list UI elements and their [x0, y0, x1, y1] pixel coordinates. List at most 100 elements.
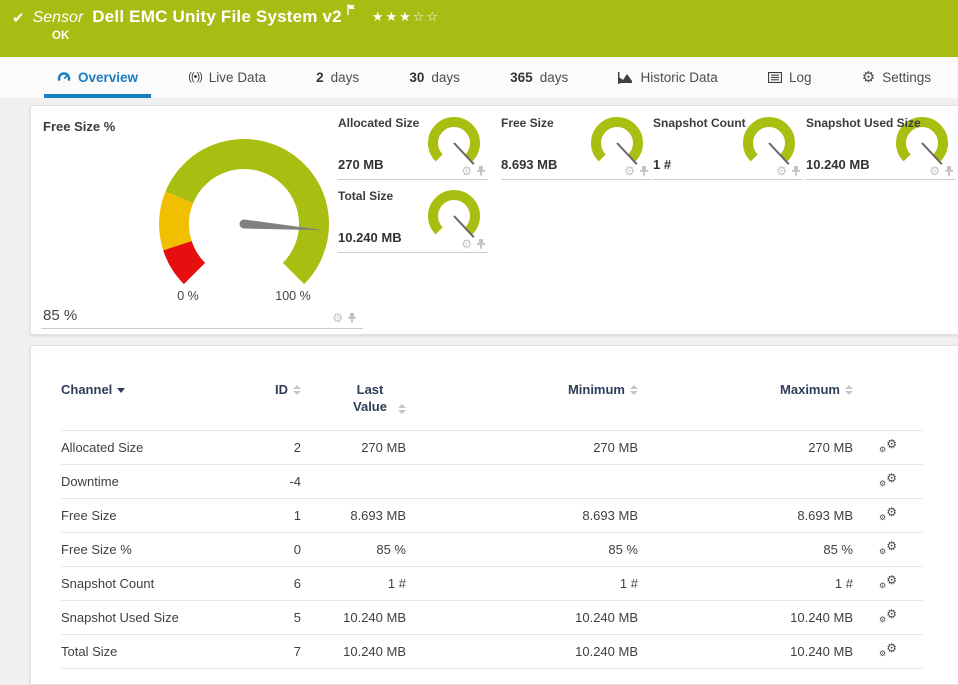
- status-ok-check-icon: ✔: [12, 9, 25, 27]
- sort-toggle-icon: [630, 385, 638, 395]
- gauge-title: Snapshot Count: [653, 116, 746, 130]
- column-header-minimum[interactable]: Minimum: [406, 376, 638, 430]
- channel-minimum: 1 #: [406, 566, 638, 600]
- channel-last-value: 1 #: [301, 566, 406, 600]
- channel-row-total-size: Total Size710.240 MB10.240 MB10.240 MB⚙⚙: [61, 634, 923, 668]
- sort-toggle-icon: [293, 385, 301, 395]
- channel-row-allocated-size: Allocated Size2270 MB270 MB270 MB⚙⚙: [61, 430, 923, 464]
- gears-icon-small: ⚙: [879, 650, 886, 658]
- settings-icon: ⚙: [862, 70, 875, 85]
- mini-gauge: [424, 115, 488, 179]
- edit-cell: ⚙⚙: [853, 634, 923, 668]
- channel-id: 1: [246, 498, 301, 532]
- channel-id: 7: [246, 634, 301, 668]
- edit-channel-button[interactable]: ⚙⚙: [879, 608, 897, 624]
- edit-cell: ⚙⚙: [853, 532, 923, 566]
- gauge-value: 1 #: [653, 157, 671, 172]
- object-kind-label: Sensor: [33, 9, 84, 27]
- channel-id: 0: [246, 532, 301, 566]
- priority-flag-icon[interactable]: [347, 2, 356, 20]
- gauge-value: 85 %: [43, 307, 77, 324]
- edit-cell: ⚙⚙: [853, 600, 923, 634]
- tab-overview[interactable]: Overview: [44, 57, 151, 98]
- gauge-value: 10.240 MB: [806, 157, 870, 172]
- gears-icon-small: ⚙: [879, 548, 886, 556]
- edit-channel-button[interactable]: ⚙⚙: [879, 438, 897, 454]
- edit-channel-button[interactable]: ⚙⚙: [879, 540, 897, 556]
- gauge-title: Total Size: [338, 189, 393, 203]
- pin-gauge-icon[interactable]: [347, 313, 357, 324]
- gauge-tile-free-size-percent: Free Size % 0 % 100 % 85 % ⚙: [41, 114, 363, 329]
- channel-name: Snapshot Count: [61, 566, 246, 600]
- sort-toggle-icon: [845, 385, 853, 395]
- gears-icon: ⚙: [886, 540, 897, 552]
- sort-toggle-icon: [398, 404, 406, 414]
- sensor-title: Dell EMC Unity File System v2: [92, 7, 342, 27]
- gauges-panel: Free Size % 0 % 100 % 85 % ⚙ Allocated S…: [30, 105, 958, 335]
- column-label: Last Value: [347, 382, 393, 416]
- channels-panel: ChannelID Last Value Minimum Maximum Alloca…: [30, 345, 958, 685]
- tab-log[interactable]: Log: [755, 57, 825, 98]
- channel-maximum: 10.240 MB: [638, 600, 853, 634]
- tab-number: 30: [409, 70, 424, 85]
- gauge-tile-snapshot-used-size: Snapshot Used Size10.240 MB⚙: [806, 113, 956, 180]
- live-data-icon: ((•)): [188, 72, 202, 83]
- channel-maximum: 85 %: [638, 532, 853, 566]
- channel-id: 6: [246, 566, 301, 600]
- tab-label: Historic Data: [640, 70, 717, 85]
- tab-365-days[interactable]: 365days: [497, 57, 581, 98]
- channel-last-value: 85 %: [301, 532, 406, 566]
- tab-label: Settings: [882, 70, 931, 85]
- channel-row-downtime: Downtime-4⚙⚙: [61, 464, 923, 498]
- channel-last-value: 10.240 MB: [301, 634, 406, 668]
- tab-label: Live Data: [209, 70, 266, 85]
- gauge-title: Snapshot Used Size: [806, 116, 921, 130]
- tab-2-days[interactable]: 2days: [303, 57, 372, 98]
- edit-cell: ⚙⚙: [853, 498, 923, 532]
- gauge-settings-icon[interactable]: ⚙: [332, 312, 343, 324]
- channel-name: Allocated Size: [61, 430, 246, 464]
- gauge-tile-snapshot-count: Snapshot Count1 #⚙: [653, 113, 803, 180]
- gauge-value: 8.693 MB: [501, 157, 557, 172]
- channel-minimum: 85 %: [406, 532, 638, 566]
- column-header-id[interactable]: ID: [246, 376, 301, 430]
- tab-live-data[interactable]: ((•)) Live Data: [175, 57, 279, 98]
- column-header-last-value[interactable]: Last Value: [301, 376, 406, 430]
- channel-maximum: 10.240 MB: [638, 634, 853, 668]
- channel-name: Snapshot Used Size: [61, 600, 246, 634]
- mini-gauge: [587, 115, 651, 179]
- column-label: Minimum: [568, 382, 625, 397]
- gears-icon: ⚙: [886, 608, 897, 620]
- edit-channel-button[interactable]: ⚙⚙: [879, 642, 897, 658]
- channel-id: -4: [246, 464, 301, 498]
- edit-channel-button[interactable]: ⚙⚙: [879, 472, 897, 488]
- channel-name: Total Size: [61, 634, 246, 668]
- channel-last-value: 8.693 MB: [301, 498, 406, 532]
- gauge-tile-free-size: Free Size8.693 MB⚙: [501, 113, 651, 180]
- priority-stars[interactable]: ★★★☆☆: [372, 9, 440, 25]
- mini-gauge: [739, 115, 803, 179]
- gears-icon-small: ⚙: [879, 514, 886, 522]
- gears-icon: ⚙: [886, 506, 897, 518]
- column-header-channel[interactable]: Channel: [61, 376, 246, 430]
- gears-icon: ⚙: [886, 472, 897, 484]
- tab-historic-data[interactable]: Historic Data: [605, 57, 730, 98]
- tab-label: days: [431, 70, 460, 85]
- tab-settings[interactable]: ⚙ Settings: [849, 57, 944, 98]
- tab-30-days[interactable]: 30 days: [396, 57, 473, 98]
- edit-channel-button[interactable]: ⚙⚙: [879, 574, 897, 590]
- edit-channel-button[interactable]: ⚙⚙: [879, 506, 897, 522]
- edit-cell: ⚙⚙: [853, 464, 923, 498]
- tab-number: 365: [510, 70, 533, 85]
- channels-table: ChannelID Last Value Minimum Maximum Alloca…: [61, 376, 923, 669]
- gauge-tile-allocated-size: Allocated Size270 MB⚙: [338, 113, 488, 180]
- gauge-title: Free Size %: [43, 119, 115, 134]
- tab-strip: Overview((•))Live Data2days30days365days…: [0, 57, 958, 98]
- column-header-maximum[interactable]: Maximum: [638, 376, 853, 430]
- gauge-tile-total-size: Total Size10.240 MB⚙: [338, 186, 488, 253]
- gauge-value: 270 MB: [338, 157, 384, 172]
- gauge-icon: [57, 71, 71, 85]
- channel-row-snapshot-used-size: Snapshot Used Size510.240 MB10.240 MB10.…: [61, 600, 923, 634]
- tab-label: days: [331, 70, 360, 85]
- sort-desc-icon: [117, 388, 125, 393]
